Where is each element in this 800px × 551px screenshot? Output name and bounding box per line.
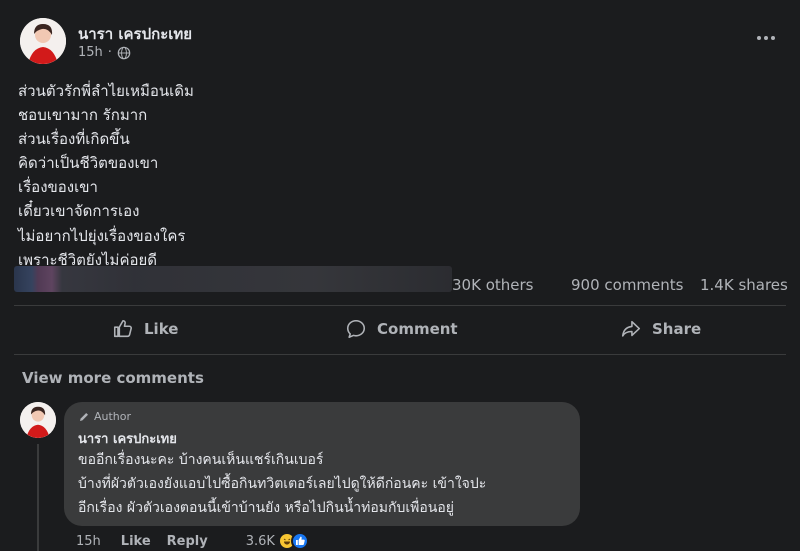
comment-reaction-icons[interactable] <box>277 532 309 550</box>
post-meta: 15h · <box>78 45 131 60</box>
share-button[interactable]: Share <box>620 312 701 346</box>
comment-author-name[interactable]: นารา เครปกะเทย <box>78 428 177 449</box>
post-text-line: ไม่อยากไปยุ่งเรื่องของใคร <box>18 226 186 245</box>
comment-like-button[interactable]: Like <box>121 534 151 549</box>
post-author-name[interactable]: นารา เครปกะเทย <box>78 22 192 46</box>
comment-time[interactable]: 15h <box>76 534 101 549</box>
reactions-summary-blurred[interactable] <box>14 266 452 292</box>
post-text-line: เดี๋ยวเขาจัดการเอง <box>18 202 140 221</box>
more-options-icon[interactable] <box>754 30 778 46</box>
facebook-post: นารา เครปกะเทย 15h · ส่วนตัวรักพี่ลำไยเห… <box>0 0 800 551</box>
comment-text-line: อีกเรื่อง ผัวตัวเองตอนนี้เข้าบ้านยัง หรื… <box>78 500 454 516</box>
author-badge-label: Author <box>94 410 132 423</box>
comment-text-line: ขออีกเรื่องนะคะ บ้างคนเห็นแชร์เกินเบอร์ <box>78 452 324 468</box>
comment-author-avatar[interactable] <box>20 402 56 438</box>
divider <box>14 305 786 306</box>
like-label: Like <box>144 320 179 338</box>
post-text-line: เรื่องของเขา <box>18 178 98 197</box>
post-text-line: คิดว่าเป็นชีวิตของเขา <box>18 154 159 173</box>
thread-line <box>37 444 39 551</box>
comment-reaction-count[interactable]: 3.6K <box>246 534 275 549</box>
author-avatar[interactable] <box>20 18 66 64</box>
view-more-comments-link[interactable]: View more comments <box>22 369 204 387</box>
post-text-line: ส่วนเรื่องที่เกิดขึ้น <box>18 130 130 149</box>
comment-label: Comment <box>377 320 458 338</box>
post-text: ส่วนตัวรักพี่ลำไยเหมือนเดิม ชอบเขามาก รั… <box>18 79 194 272</box>
like-button[interactable]: Like <box>112 312 178 346</box>
divider <box>14 354 786 355</box>
globe-icon <box>117 46 131 60</box>
comment-count[interactable]: 900 comments <box>571 276 683 294</box>
reaction-count[interactable]: 30K others <box>452 276 533 294</box>
post-text-line: ชอบเขามาก รักมาก <box>18 106 148 125</box>
author-badge: Author <box>78 410 131 423</box>
post-time[interactable]: 15h <box>78 45 103 60</box>
comment-text: ขออีกเรื่องนะคะ บ้างคนเห็นแชร์เกินเบอร์ … <box>78 448 486 520</box>
comment-reply-button[interactable]: Reply <box>167 534 208 549</box>
thumbs-up-icon <box>113 319 132 338</box>
pencil-icon <box>80 412 88 421</box>
comment-bubble-icon <box>346 319 366 339</box>
share-label: Share <box>652 320 702 338</box>
comment-bubble: Author นารา เครปกะเทย ขออีกเรื่องนะคะ บ้… <box>64 402 580 526</box>
post-text-line: ส่วนตัวรักพี่ลำไยเหมือนเดิม <box>18 82 194 100</box>
share-arrow-icon <box>621 320 641 337</box>
meta-dot: · <box>107 45 112 60</box>
comment-footer: 15h Like Reply 3.6K <box>76 532 309 550</box>
comment-button[interactable]: Comment <box>345 312 458 346</box>
comment-text-line: บ้างที่ผัวตัวเองยังแอบไปซื้อกินทวิตเตอร์… <box>78 476 487 492</box>
share-count[interactable]: 1.4K shares <box>700 276 788 294</box>
like-reaction-icon <box>290 532 309 550</box>
